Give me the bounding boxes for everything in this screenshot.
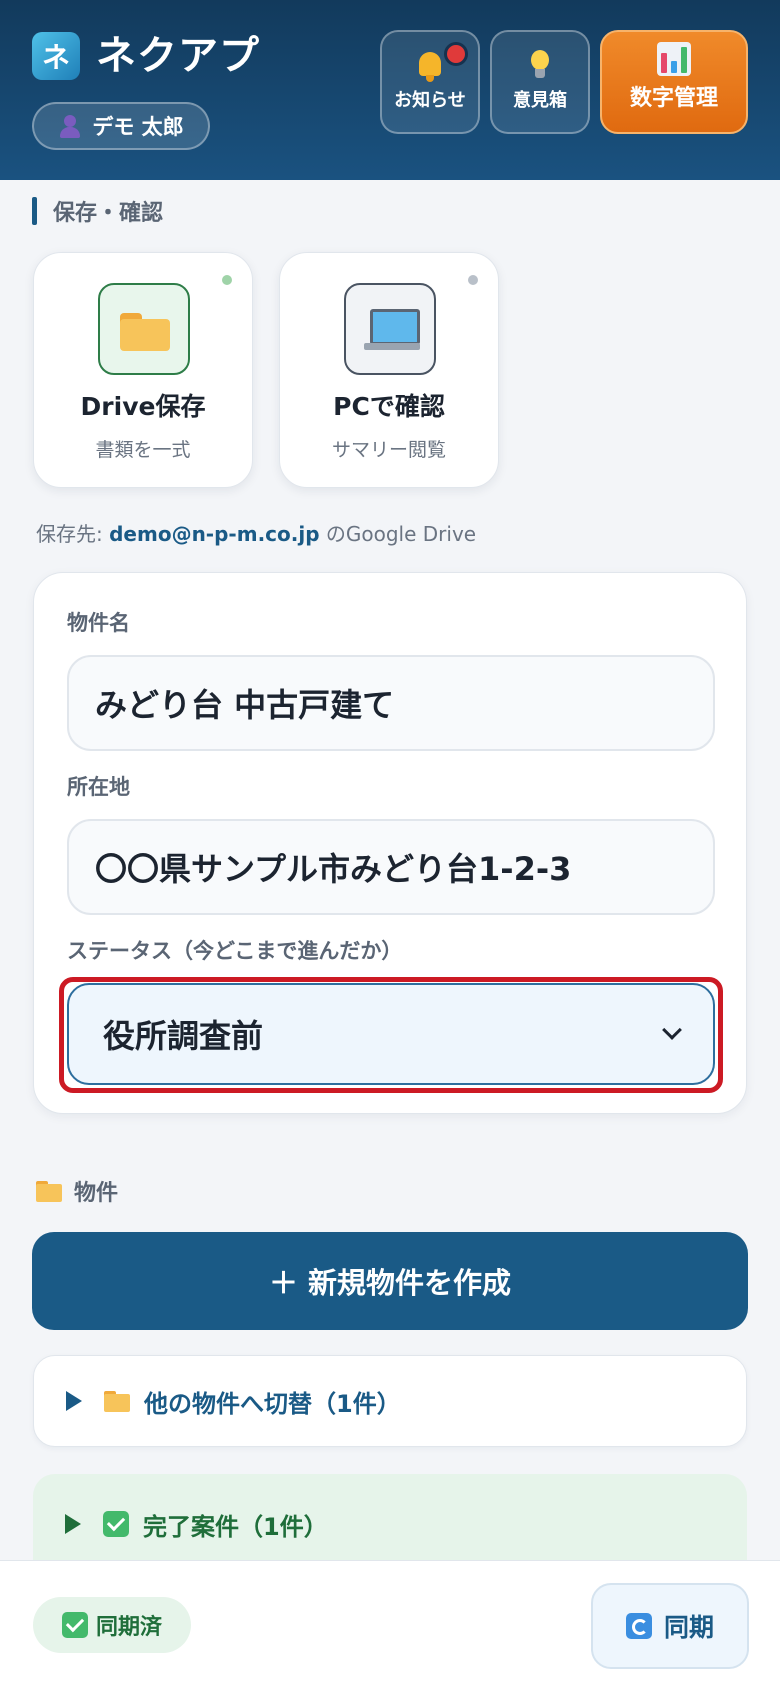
- laptop-icon: [364, 309, 420, 353]
- properties-section-label: 物件: [74, 1181, 119, 1206]
- folder-icon: [104, 1391, 130, 1412]
- folder-icon: [120, 313, 170, 351]
- footer-bar: 同期済 同期: [0, 1560, 780, 1688]
- properties-section-title: 物件: [36, 1175, 118, 1207]
- drive-save-card[interactable]: Drive保存 書類を一式: [33, 252, 253, 488]
- drive-icon-box: [98, 283, 190, 375]
- create-property-label: ＋ 新規物件を作成: [268, 1266, 512, 1300]
- ideas-button[interactable]: 意見箱: [490, 30, 590, 134]
- property-name-label: 物件名: [67, 611, 130, 635]
- save-dest-email: demo@n-p-m.co.jp: [109, 522, 320, 546]
- numbers-label: 数字管理: [629, 86, 718, 111]
- pc-card-subtitle: サマリー閲覧: [331, 439, 446, 461]
- pc-card-title: PCで確認: [333, 392, 445, 421]
- pc-status-dot: [468, 275, 478, 285]
- section-accent-bar: [32, 197, 37, 225]
- location-input[interactable]: 〇〇県サンプル市みどり台1-2-3: [67, 819, 715, 915]
- storage-section-label: 保存・確認: [53, 201, 164, 226]
- save-destination: 保存先: demo@n-p-m.co.jp のGoogle Drive: [36, 518, 476, 547]
- save-dest-prefix: 保存先:: [36, 522, 110, 546]
- switch-property-label: 他の物件へ切替（1件）: [144, 1389, 401, 1418]
- notifications-button[interactable]: お知らせ: [380, 30, 480, 134]
- user-icon: [58, 114, 82, 138]
- create-property-button[interactable]: ＋ 新規物件を作成: [32, 1232, 748, 1330]
- user-pill[interactable]: デモ 太郎: [32, 102, 210, 150]
- notifications-label: お知らせ: [394, 90, 466, 111]
- app-header: ネ ネクアプ デモ 太郎 お知らせ 意見箱 数字管理: [0, 0, 780, 180]
- sync-button[interactable]: 同期: [591, 1583, 749, 1669]
- pc-view-card[interactable]: PCで確認 サマリー閲覧: [279, 252, 499, 488]
- location-label: 所在地: [67, 775, 130, 799]
- sync-icon: [625, 1613, 652, 1639]
- completed-cases-label: 完了案件（1件）: [143, 1512, 328, 1541]
- drive-card-title: Drive保存: [80, 392, 206, 421]
- sync-button-label: 同期: [663, 1613, 714, 1642]
- completed-cases-accordion[interactable]: 完了案件（1件）: [33, 1474, 747, 1574]
- expand-triangle-icon: [66, 1391, 82, 1411]
- user-name: デモ 太郎: [92, 115, 184, 139]
- expand-triangle-icon: [65, 1514, 81, 1534]
- pc-icon-box: [344, 283, 436, 375]
- property-form-card: 物件名 みどり台 中古戸建て 所在地 〇〇県サンプル市みどり台1-2-3 ステー…: [33, 572, 747, 1114]
- numbers-button[interactable]: 数字管理: [600, 30, 748, 134]
- ideas-label: 意見箱: [513, 90, 567, 111]
- status-selected-value: 役所調査前: [103, 1017, 264, 1055]
- sync-status-label: 同期済: [95, 1615, 162, 1640]
- lightbulb-icon: [525, 50, 555, 82]
- status-select[interactable]: 役所調査前: [67, 983, 715, 1085]
- bar-chart-icon: [657, 42, 691, 76]
- notification-badge: [444, 42, 468, 66]
- switch-property-accordion[interactable]: 他の物件へ切替（1件）: [33, 1355, 747, 1447]
- folder-icon: [36, 1181, 62, 1202]
- checkmark-icon: [61, 1612, 88, 1638]
- bell-icon: [415, 50, 445, 82]
- drive-card-subtitle: 書類を一式: [95, 439, 191, 461]
- app-logo-icon: ネ: [32, 32, 80, 80]
- app-title: ネクアプ: [96, 33, 260, 79]
- storage-section-title: 保存・確認: [32, 195, 163, 227]
- status-label: ステータス（今どこまで進んだか）: [67, 939, 403, 963]
- save-dest-suffix: のGoogle Drive: [319, 522, 477, 546]
- chevron-down-icon: [662, 1020, 682, 1040]
- sync-status-badge: 同期済: [33, 1597, 191, 1653]
- property-name-input[interactable]: みどり台 中古戸建て: [67, 655, 715, 751]
- drive-status-dot: [222, 275, 232, 285]
- checkmark-icon: [103, 1511, 129, 1537]
